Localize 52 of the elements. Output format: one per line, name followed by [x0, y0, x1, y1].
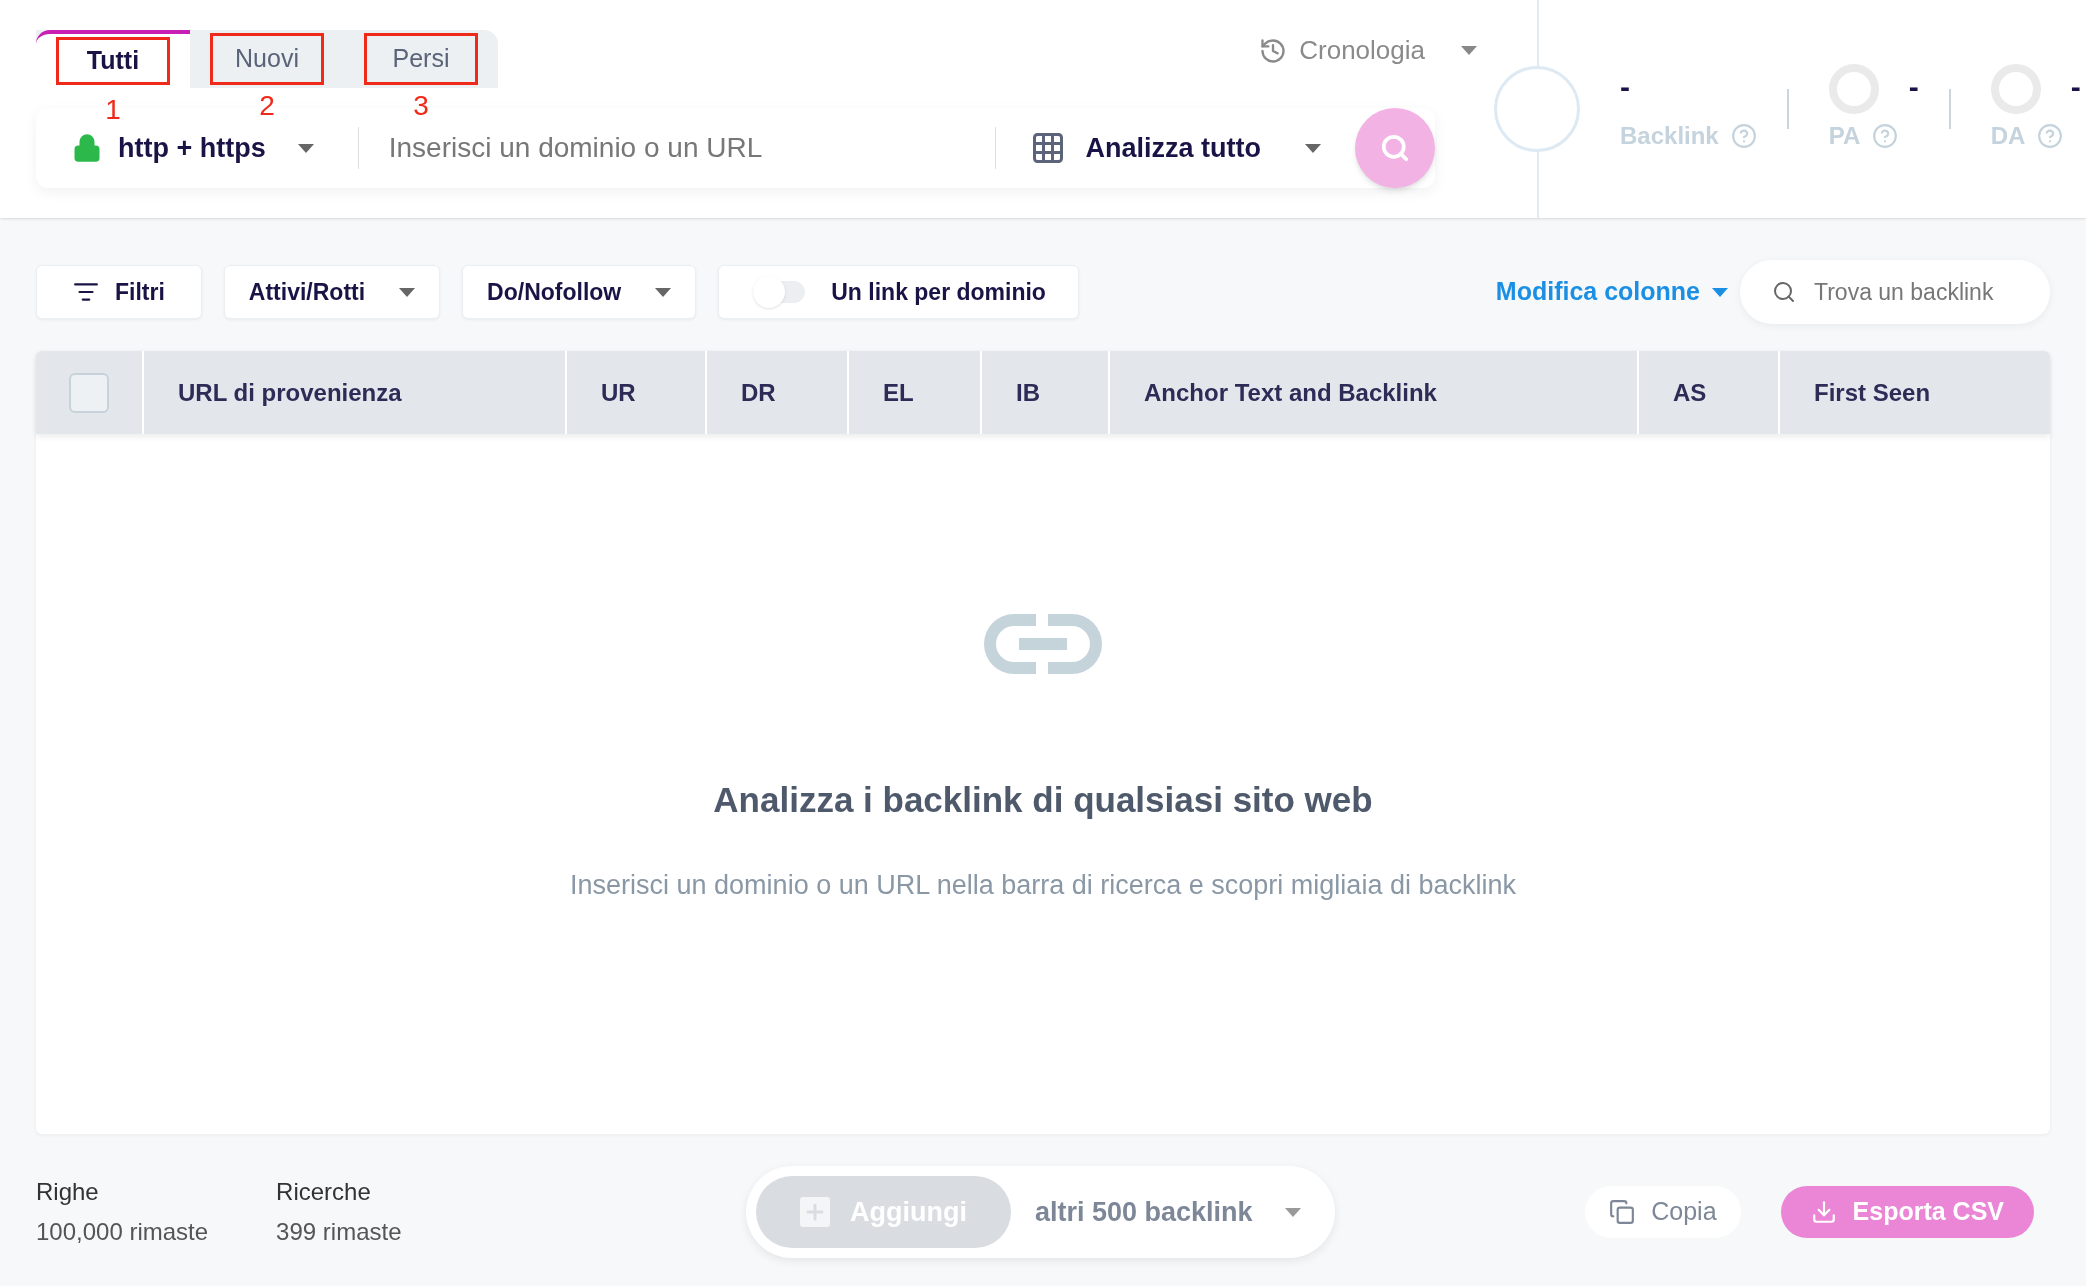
- toggle-label: Un link per dominio: [831, 277, 1046, 307]
- annotation-number: 3: [412, 92, 430, 120]
- column-header[interactable]: EL: [883, 374, 914, 411]
- download-icon: [1810, 1199, 1837, 1225]
- filter-dropdown[interactable]: Attivi/Rotti: [223, 265, 441, 319]
- filters-button[interactable]: Filtri: [36, 265, 202, 319]
- caret-icon: [1305, 143, 1321, 153]
- help-icon: [2037, 123, 2064, 149]
- select-all-checkbox[interactable]: [69, 372, 109, 413]
- help-icon: [1872, 123, 1899, 149]
- caret-icon: [1712, 287, 1728, 297]
- stat-label: PA: [1828, 121, 1861, 151]
- annotation-number: 1: [104, 96, 122, 124]
- caret-icon: [1284, 1207, 1301, 1217]
- copy-icon: [1609, 1199, 1636, 1225]
- filter-dropdown[interactable]: Do/Nofollow: [462, 265, 697, 319]
- caret-icon: [399, 287, 416, 297]
- amount-dropdown[interactable]: altri 500 backlink: [1034, 1191, 1325, 1233]
- search-icon: [1772, 280, 1796, 304]
- column-header[interactable]: IB: [1016, 374, 1040, 411]
- help-icon: [1730, 123, 1757, 149]
- empty-state-title: Analizza i backlink di qualsiasi sito web: [713, 779, 1373, 821]
- protocol-dropdown[interactable]: http + https: [36, 127, 358, 169]
- search-icon: [1380, 133, 1410, 163]
- history-icon: [1259, 36, 1288, 65]
- stat-label: Backlink: [1620, 121, 1719, 151]
- scope-dropdown[interactable]: Analizza tutto: [995, 127, 1355, 169]
- stat-value: -: [1620, 69, 1631, 104]
- caret-icon: [297, 143, 314, 153]
- column-header[interactable]: DR: [741, 374, 776, 411]
- copy-button[interactable]: Copia: [1585, 1186, 1741, 1238]
- lock-icon: [72, 133, 102, 163]
- caret-icon: [655, 287, 672, 297]
- column-header[interactable]: Anchor Text and Backlink: [1144, 374, 1437, 411]
- link-icon: [984, 614, 1102, 674]
- search-button[interactable]: [1355, 108, 1435, 188]
- caret-icon: [1461, 46, 1477, 55]
- plus-icon: [800, 1197, 830, 1227]
- stat-value: -: [1908, 69, 1919, 104]
- column-header[interactable]: URL di provenienza: [178, 374, 402, 411]
- counter-label: Ricerche: [276, 1177, 372, 1207]
- counter-label: Righe: [36, 1177, 100, 1207]
- counter-value: 100,000 rimaste: [36, 1217, 209, 1247]
- backlink-search-field[interactable]: Trova un backlink: [1740, 260, 2050, 324]
- annotation-number: 2: [258, 92, 276, 120]
- column-header[interactable]: First Seen: [1814, 374, 1931, 411]
- column-header[interactable]: AS: [1673, 374, 1707, 411]
- counter-value: 399 rimaste: [276, 1217, 402, 1247]
- empty-state-subtitle: Inserisci un dominio o un URL nella barra di ricerca e scopri migliaia di backlink: [570, 868, 1516, 902]
- stat-value: -: [2070, 69, 2081, 104]
- column-header[interactable]: UR: [601, 374, 636, 411]
- stat-label: DA: [1990, 121, 2026, 151]
